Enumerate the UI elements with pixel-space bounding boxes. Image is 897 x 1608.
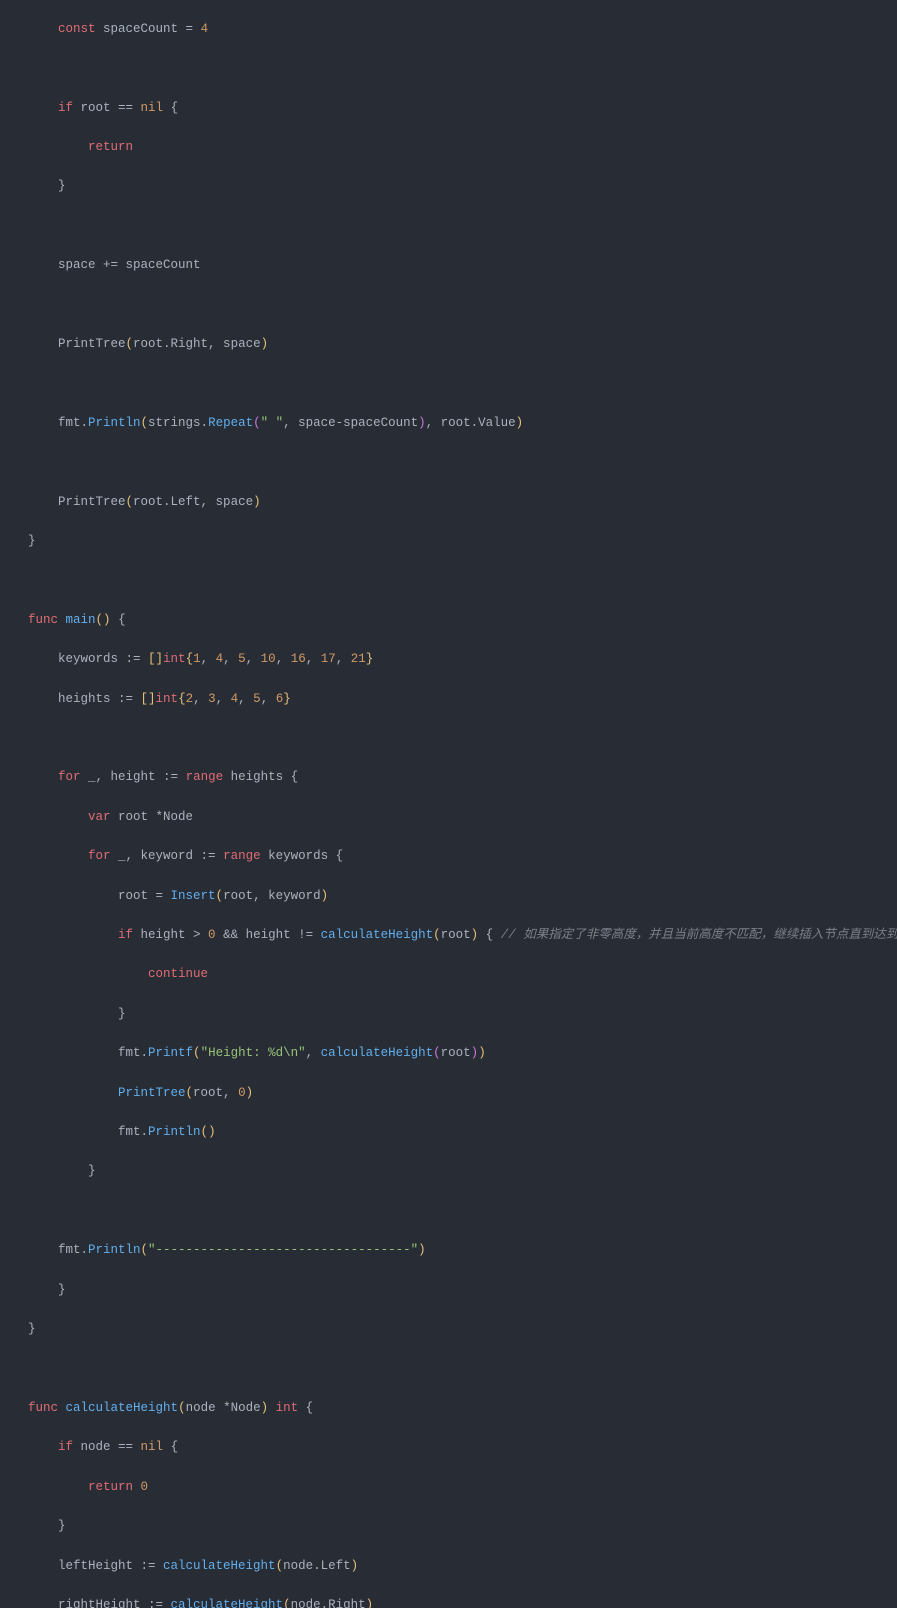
code-line: return 0 [28,1478,897,1498]
code-line: } [28,1162,897,1182]
code-line: fmt.Println(strings.Repeat(" ", space-sp… [28,414,897,434]
code-line: rightHeight := calculateHeight(node.Righ… [28,1596,897,1608]
code-line: for _, keyword := range keywords { [28,847,897,867]
code-line: fmt.Println() [28,1123,897,1143]
code-line: keywords := []int{1, 4, 5, 10, 16, 17, 2… [28,650,897,670]
code-line: PrintTree(root.Left, space) [28,493,897,513]
code-line [28,729,897,749]
code-line [28,59,897,79]
code-line: if height > 0 && height != calculateHeig… [28,926,897,946]
code-line: } [28,1517,897,1537]
code-line: PrintTree(root.Right, space) [28,335,897,355]
code-line: fmt.Printf("Height: %d\n", calculateHeig… [28,1044,897,1064]
code-line: if root == nil { [28,99,897,119]
code-line: fmt.Println("---------------------------… [28,1241,897,1261]
code-line: PrintTree(root, 0) [28,1084,897,1104]
code-line [28,453,897,473]
code-line: leftHeight := calculateHeight(node.Left) [28,1557,897,1577]
code-line: } [28,532,897,552]
code-line: root = Insert(root, keyword) [28,887,897,907]
code-line [28,374,897,394]
code-line [28,1360,897,1380]
code-line: func calculateHeight(node *Node) int { [28,1399,897,1419]
code-line: continue [28,965,897,985]
code-line: } [28,1005,897,1025]
code-line: return [28,138,897,158]
code-line [28,1202,897,1222]
code-line [28,571,897,591]
code-line [28,296,897,316]
code-line: if node == nil { [28,1438,897,1458]
code-line [28,217,897,237]
code-line: for _, height := range heights { [28,768,897,788]
code-line: } [28,177,897,197]
code-line: } [28,1281,897,1301]
code-line: space += spaceCount [28,256,897,276]
code-line: const spaceCount = 4 [28,20,897,40]
code-line: heights := []int{2, 3, 4, 5, 6} [28,690,897,710]
code-line: } [28,1320,897,1340]
code-editor[interactable]: const spaceCount = 4 if root == nil { re… [0,0,897,1608]
code-line: var root *Node [28,808,897,828]
code-line: func main() { [28,611,897,631]
